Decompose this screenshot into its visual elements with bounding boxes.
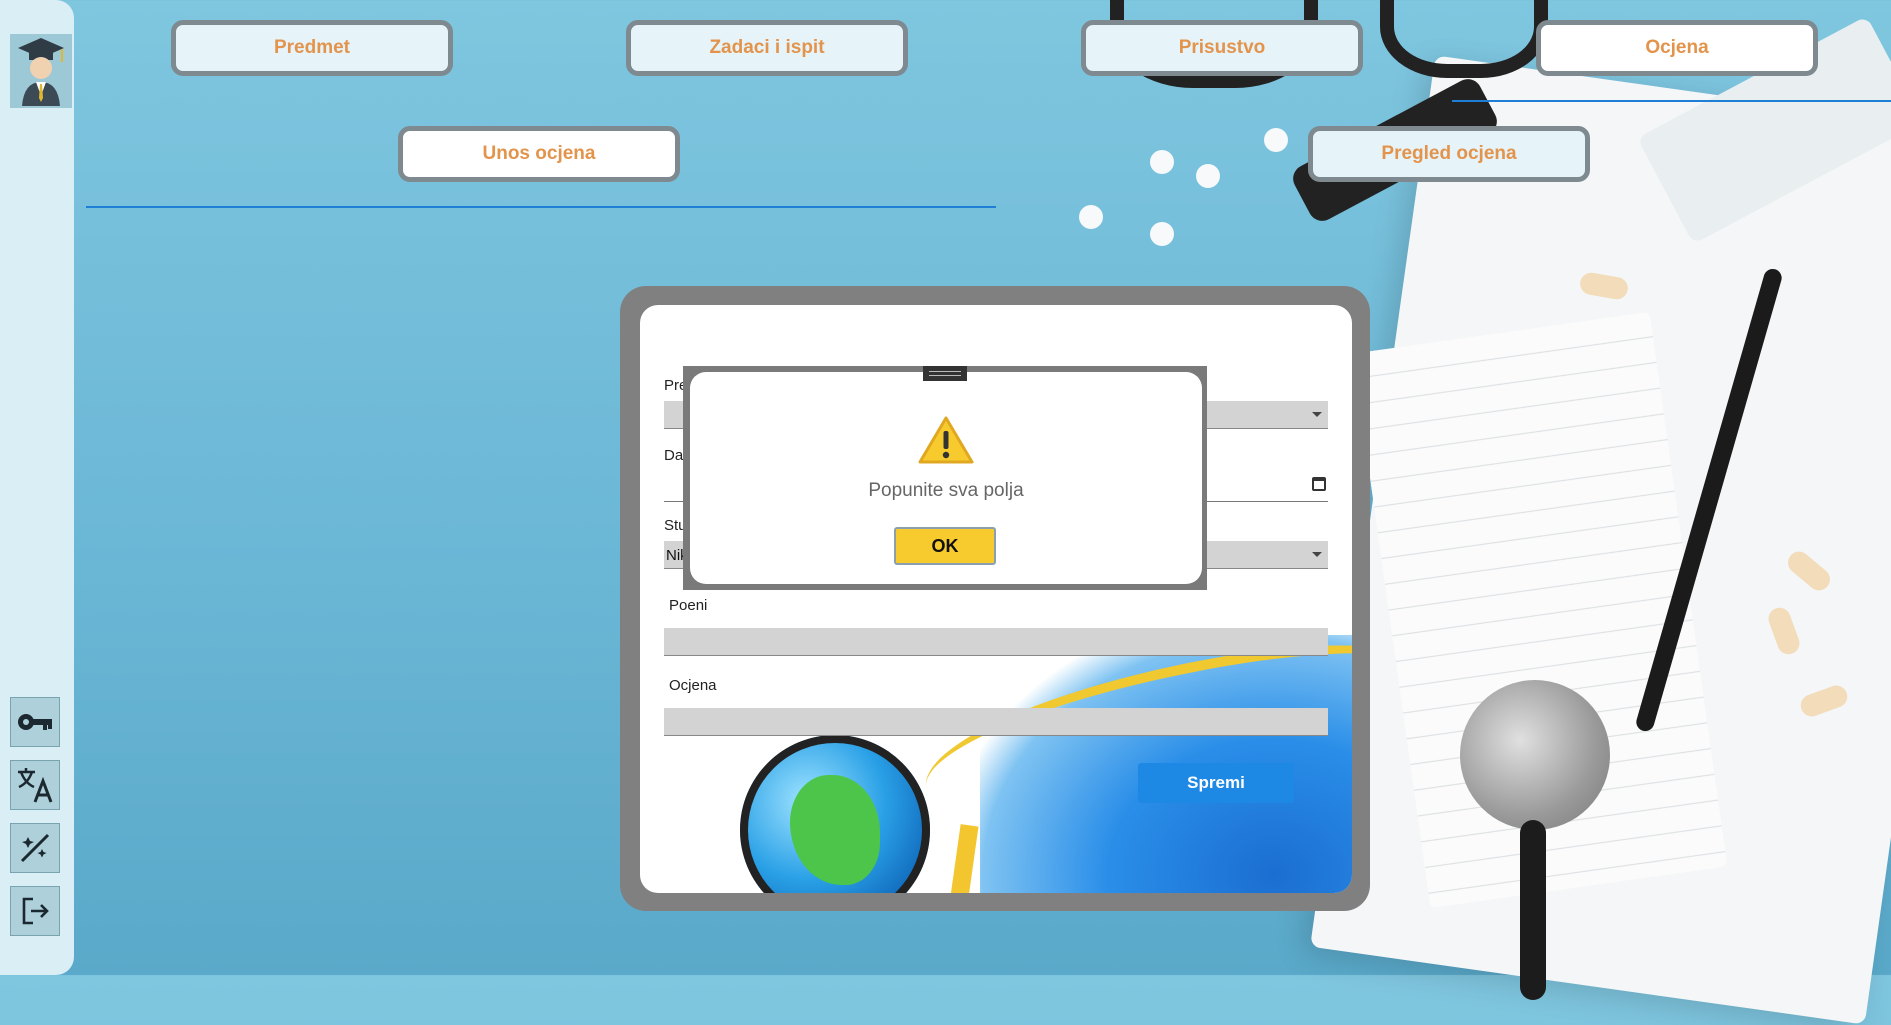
tab-predmet[interactable]: Predmet bbox=[171, 20, 453, 76]
translate-button[interactable] bbox=[10, 760, 60, 810]
logout-icon bbox=[22, 897, 49, 925]
key-icon bbox=[18, 714, 52, 730]
bg-pill bbox=[1196, 164, 1220, 188]
grade-input[interactable] bbox=[664, 708, 1328, 736]
bg-glasses bbox=[1380, 0, 1548, 78]
points-input[interactable] bbox=[664, 628, 1328, 656]
key-button[interactable] bbox=[10, 697, 60, 747]
bg-stethoscope bbox=[1460, 680, 1610, 830]
tab-ocjena[interactable]: Ocjena bbox=[1536, 20, 1818, 76]
bg-pill bbox=[1079, 205, 1103, 229]
tab-ocjena-underline bbox=[1452, 100, 1891, 102]
calendar-icon[interactable] bbox=[1312, 477, 1326, 491]
bg-pill bbox=[1264, 128, 1288, 152]
theme-toggle-icon bbox=[20, 833, 50, 863]
graduate-avatar-icon bbox=[10, 34, 72, 108]
tab-prisustvo[interactable]: Prisustvo bbox=[1081, 20, 1363, 76]
points-label: Poeni bbox=[669, 597, 708, 614]
theme-toggle-button[interactable] bbox=[10, 823, 60, 873]
tab-zadaci-i-ispit[interactable]: Zadaci i ispit bbox=[626, 20, 908, 76]
sidebar bbox=[0, 0, 74, 975]
tab-unos-ocjena-underline bbox=[86, 206, 996, 208]
logout-button[interactable] bbox=[10, 886, 60, 936]
chevron-down-icon bbox=[1312, 412, 1322, 417]
warning-icon bbox=[918, 416, 974, 464]
grade-label: Ocjena bbox=[669, 677, 717, 694]
bg-stethoscope-tube bbox=[1520, 820, 1546, 1000]
dialog-drag-handle[interactable] bbox=[923, 366, 967, 381]
translate-icon bbox=[18, 768, 53, 803]
tab-pregled-ocjena[interactable]: Pregled ocjena bbox=[1308, 126, 1590, 182]
save-button[interactable]: Spremi bbox=[1138, 763, 1294, 803]
date-label: Da bbox=[664, 447, 684, 464]
bg-pill bbox=[1150, 150, 1174, 174]
chevron-down-icon bbox=[1312, 552, 1322, 557]
bg-pill bbox=[1150, 222, 1174, 246]
tab-unos-ocjena[interactable]: Unos ocjena bbox=[398, 126, 680, 182]
dialog-message: Popunite sva polja bbox=[868, 480, 1024, 501]
ok-button[interactable]: OK bbox=[894, 527, 996, 565]
